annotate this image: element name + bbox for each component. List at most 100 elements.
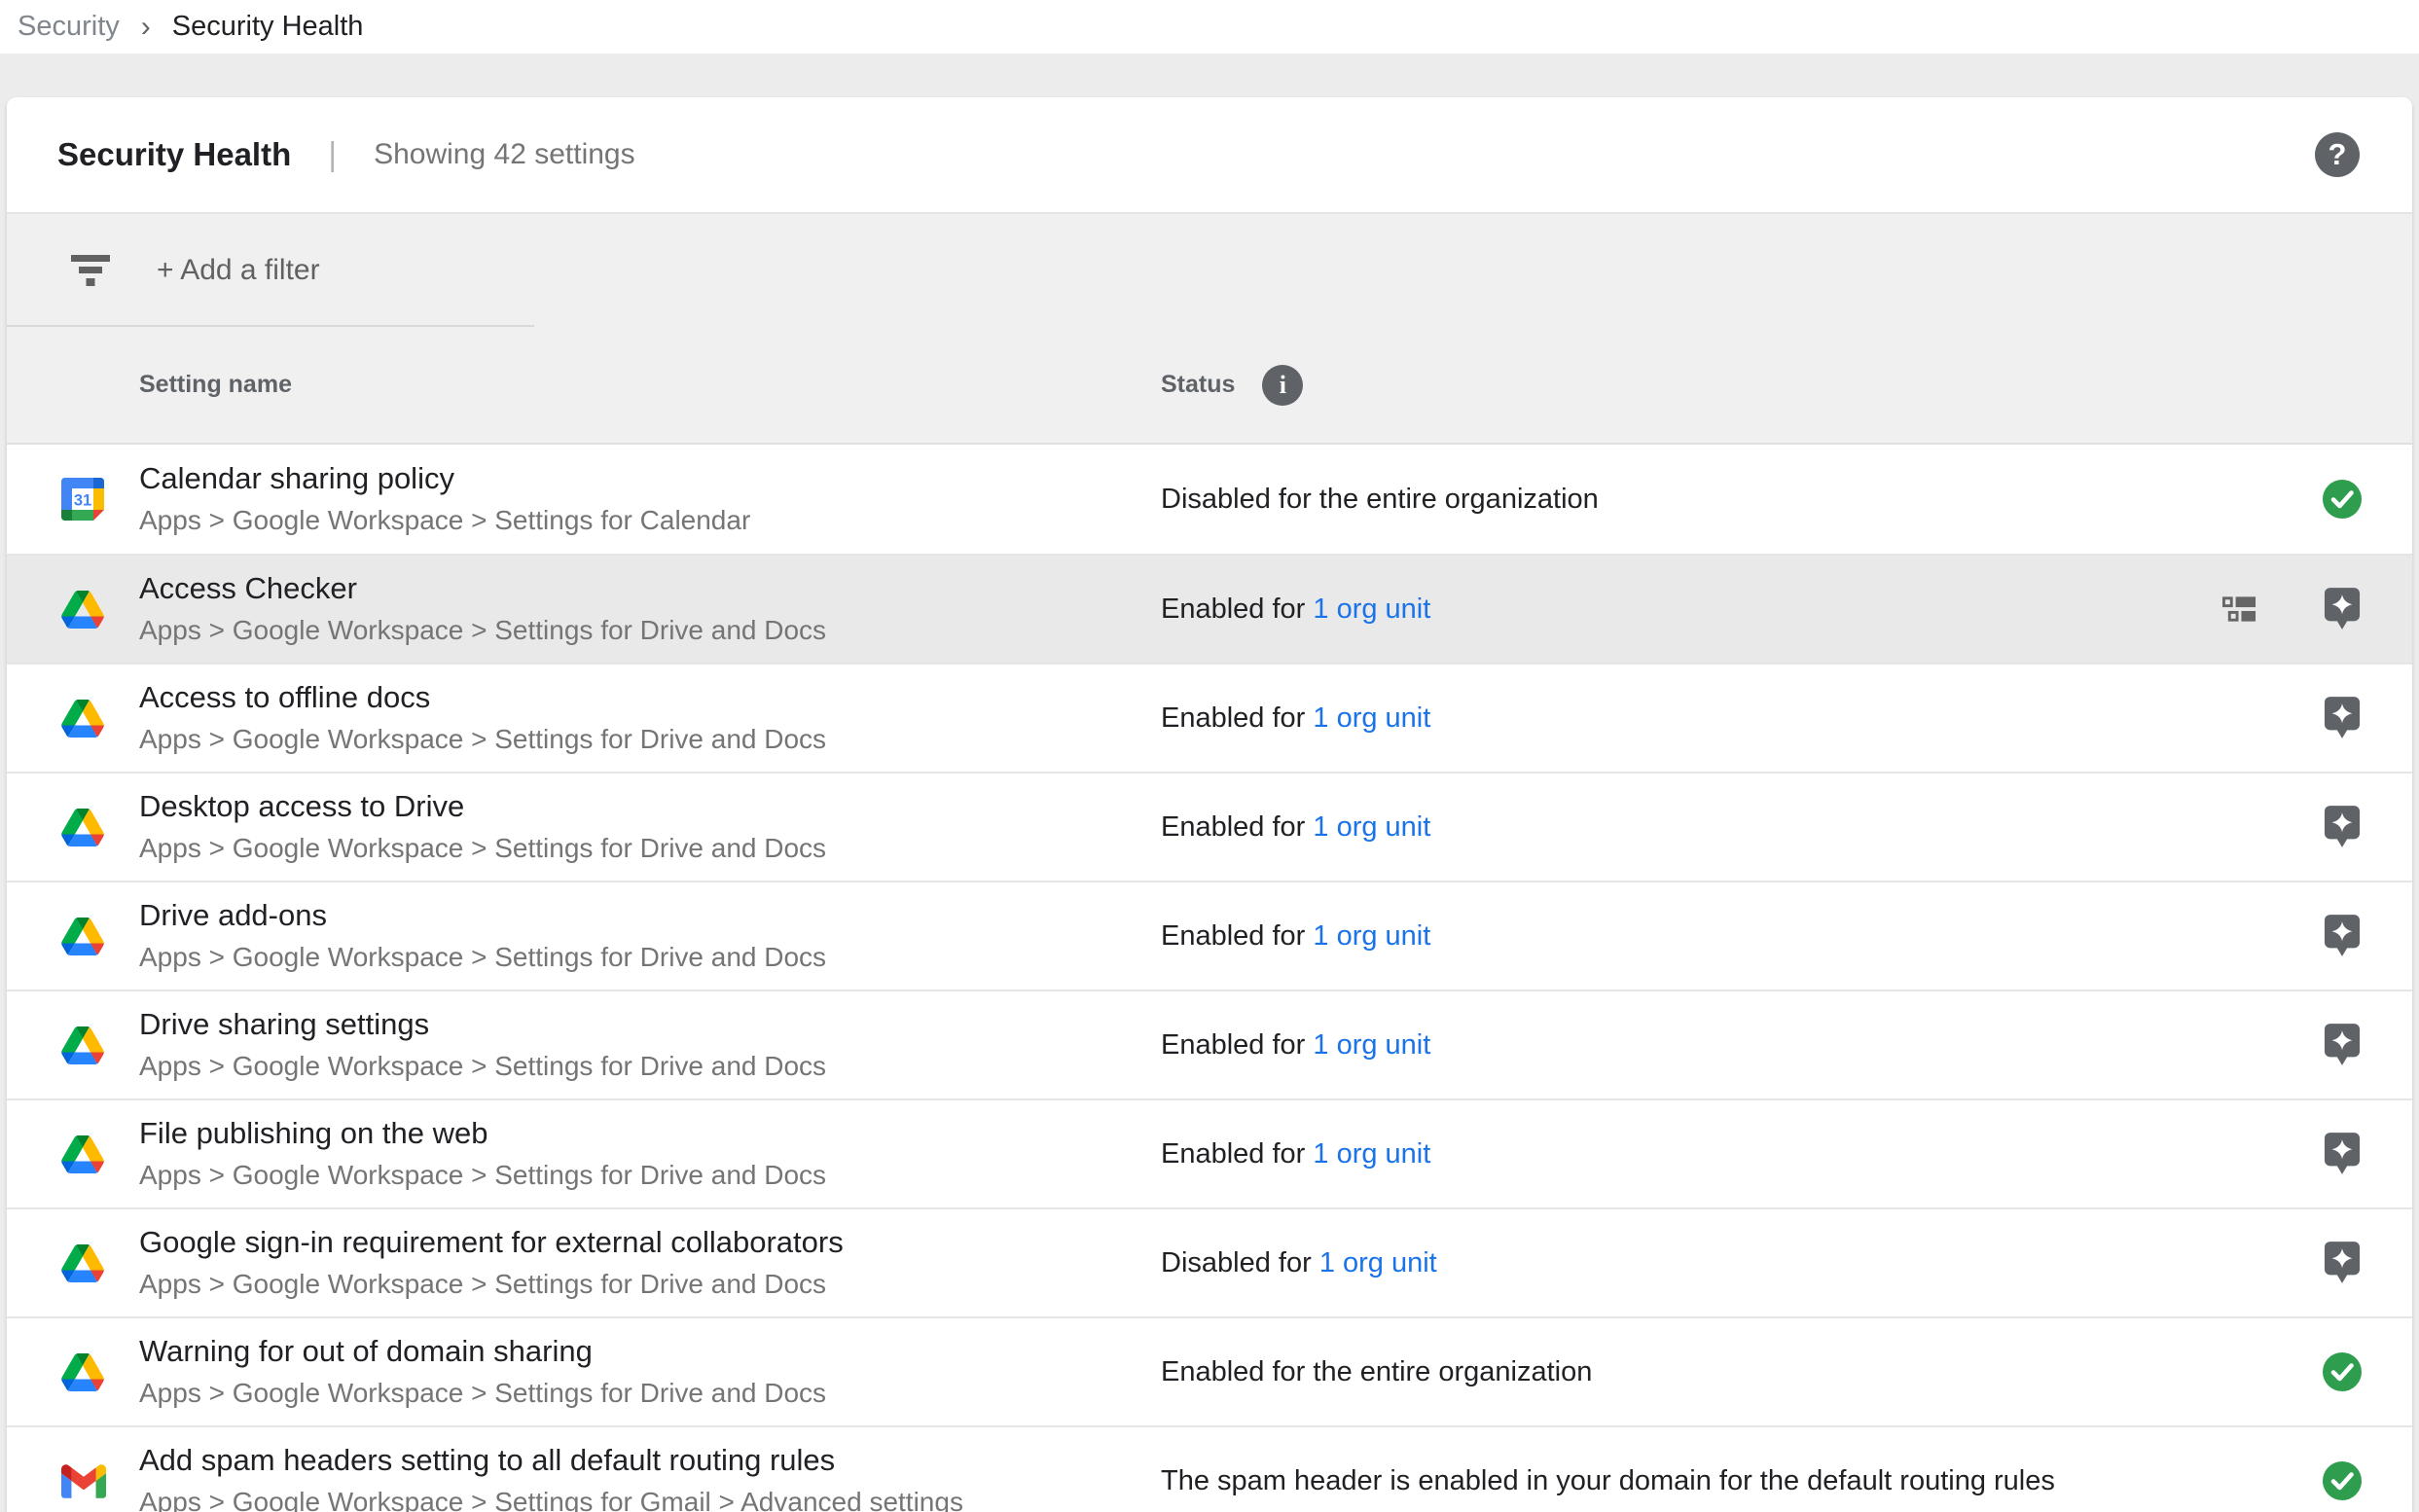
setting-path: Apps > Google Workspace > Settings for D… <box>139 1379 1161 1409</box>
status-cell: Enabled for 1 org unit <box>1161 811 1430 844</box>
filter-list-icon <box>69 255 112 286</box>
end-icon-slot <box>2321 1241 2364 1285</box>
add-filter-label: + Add a filter <box>157 254 320 287</box>
recommendation-icon[interactable] <box>2324 1132 2361 1176</box>
table-row[interactable]: Access to offline docs Apps > Google Wor… <box>7 663 2412 772</box>
setting-name-cell: Warning for out of domain sharing Apps >… <box>139 1335 1161 1409</box>
google-drive-icon <box>61 1244 104 1282</box>
settings-count: Showing 42 settings <box>374 138 635 171</box>
setting-path: Apps > Google Workspace > Settings for C… <box>139 506 1161 536</box>
table-row[interactable]: Google sign-in requirement for external … <box>7 1207 2412 1316</box>
recommendation-icon[interactable] <box>2324 1023 2361 1067</box>
table-row[interactable]: Desktop access to Drive Apps > Google Wo… <box>7 772 2412 881</box>
status-cell: Enabled for 1 org unit <box>1161 920 1430 953</box>
row-actions <box>2321 991 2412 1098</box>
table-row[interactable]: 31 Calendar sharing policy Apps > Google… <box>7 445 2412 554</box>
card-header: Security Health | Showing 42 settings ? <box>7 97 2412 212</box>
status-ok-icon <box>2322 1460 2363 1501</box>
end-icon-slot <box>2321 479 2364 520</box>
setting-name: Drive sharing settings <box>139 1008 1161 1041</box>
setting-path: Apps > Google Workspace > Settings for D… <box>139 1270 1161 1300</box>
add-filter-button[interactable]: + Add a filter <box>7 214 2412 327</box>
status-text: Enabled for the entire organization <box>1161 1356 1592 1387</box>
google-drive-icon <box>61 809 104 846</box>
google-calendar-icon: 31 <box>61 478 104 521</box>
end-icon-slot <box>2321 1460 2364 1501</box>
app-icon-cell <box>7 1026 139 1064</box>
status-cell: The spam header is enabled in your domai… <box>1161 1465 2055 1497</box>
row-actions <box>2321 1427 2412 1512</box>
status-text: Disabled for the entire organization <box>1161 484 1599 515</box>
help-glyph: ? <box>2329 137 2347 172</box>
recommendation-icon[interactable] <box>2324 914 2361 958</box>
end-icon-slot <box>2321 1351 2364 1392</box>
setting-name: Add spam headers setting to all default … <box>139 1444 1161 1477</box>
chevron-right-icon: › <box>141 11 151 44</box>
status-cell: Disabled for the entire organization <box>1161 484 1599 516</box>
setting-path: Apps > Google Workspace > Settings for D… <box>139 943 1161 973</box>
google-drive-icon <box>61 591 104 629</box>
table-row[interactable]: Drive sharing settings Apps > Google Wor… <box>7 990 2412 1098</box>
row-actions <box>2321 882 2412 990</box>
setting-name: Access to offline docs <box>139 681 1161 714</box>
table-row[interactable]: Drive add-ons Apps > Google Workspace > … <box>7 881 2412 990</box>
status-text: Enabled for <box>1161 702 1313 734</box>
page-title: Security Health <box>57 136 291 173</box>
setting-name-cell: Access Checker Apps > Google Workspace >… <box>139 572 1161 646</box>
status-text: Disabled for <box>1161 1247 1319 1278</box>
help-icon[interactable]: ? <box>2315 132 2360 177</box>
status-cell: Enabled for 1 org unit <box>1161 1029 1430 1062</box>
setting-name-cell: Desktop access to Drive Apps > Google Wo… <box>139 790 1161 864</box>
setting-path: Apps > Google Workspace > Settings for G… <box>139 1488 1161 1512</box>
info-icon[interactable]: i <box>1262 365 1303 406</box>
org-unit-link[interactable]: 1 org unit <box>1313 920 1430 952</box>
status-text: Enabled for <box>1161 1138 1313 1170</box>
status-cell: Disabled for 1 org unit <box>1161 1247 1437 1279</box>
org-unit-link[interactable]: 1 org unit <box>1313 1138 1430 1170</box>
app-icon-cell <box>7 1244 139 1282</box>
setting-name-cell: Drive add-ons Apps > Google Workspace > … <box>139 899 1161 973</box>
status-text: Enabled for <box>1161 811 1313 843</box>
table-row[interactable]: File publishing on the web Apps > Google… <box>7 1098 2412 1207</box>
row-actions <box>2321 445 2412 554</box>
setting-name: Drive add-ons <box>139 899 1161 932</box>
google-drive-icon <box>61 1353 104 1391</box>
org-unit-link[interactable]: 1 org unit <box>1319 1247 1437 1278</box>
status-text: Enabled for <box>1161 1029 1313 1061</box>
end-icon-slot <box>2321 1132 2364 1176</box>
org-unit-link[interactable]: 1 org unit <box>1313 594 1430 625</box>
status-cell: Enabled for the entire organization <box>1161 1356 1592 1388</box>
google-drive-icon <box>61 1026 104 1064</box>
setting-name: Warning for out of domain sharing <box>139 1335 1161 1368</box>
recommendation-icon[interactable] <box>2324 805 2361 849</box>
end-icon-slot <box>2321 696 2364 740</box>
status-cell: Enabled for 1 org unit <box>1161 702 1430 735</box>
status-text: Enabled for <box>1161 594 1313 625</box>
org-units-icon[interactable] <box>2222 596 2257 623</box>
google-drive-icon <box>61 1135 104 1173</box>
org-unit-link[interactable]: 1 org unit <box>1313 1029 1430 1061</box>
app-icon-cell <box>7 809 139 846</box>
row-actions <box>2321 1100 2412 1207</box>
google-drive-icon <box>61 918 104 955</box>
table-row[interactable]: Warning for out of domain sharing Apps >… <box>7 1316 2412 1425</box>
table-row[interactable]: Add spam headers setting to all default … <box>7 1425 2412 1512</box>
security-health-card: Security Health | Showing 42 settings ? … <box>7 97 2412 1512</box>
recommendation-icon[interactable] <box>2324 1241 2361 1285</box>
column-setting-name: Setting name <box>139 371 292 399</box>
setting-name-cell: File publishing on the web Apps > Google… <box>139 1117 1161 1191</box>
row-actions <box>2222 556 2412 663</box>
org-unit-link[interactable]: 1 org unit <box>1313 811 1430 843</box>
table-row[interactable]: Access Checker Apps > Google Workspace >… <box>7 554 2412 663</box>
setting-path: Apps > Google Workspace > Settings for D… <box>139 1052 1161 1082</box>
recommendation-icon[interactable] <box>2324 587 2361 631</box>
title-divider: | <box>328 136 337 174</box>
info-glyph: i <box>1280 371 1286 400</box>
recommendation-icon[interactable] <box>2324 696 2361 740</box>
org-unit-link[interactable]: 1 org unit <box>1313 702 1430 734</box>
setting-path: Apps > Google Workspace > Settings for D… <box>139 616 1161 646</box>
breadcrumb-parent[interactable]: Security <box>18 11 120 43</box>
settings-list: 31 Calendar sharing policy Apps > Google… <box>7 445 2412 1512</box>
app-icon-cell <box>7 591 139 629</box>
app-icon-cell <box>7 1464 139 1498</box>
